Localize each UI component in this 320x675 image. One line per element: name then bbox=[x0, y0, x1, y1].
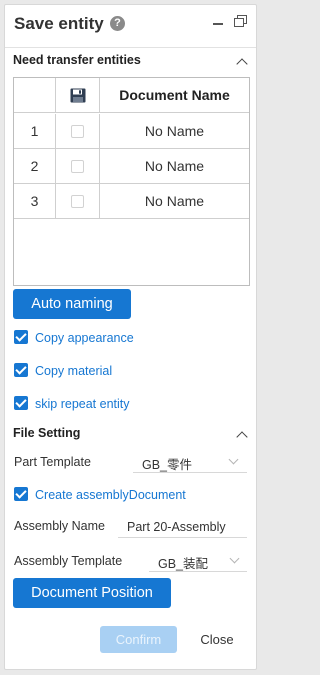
row-document-name[interactable]: No Name bbox=[100, 184, 249, 218]
table-header-row: Document Name bbox=[14, 78, 249, 113]
collapse-transfer-chevron-icon[interactable] bbox=[236, 58, 248, 70]
row-index: 1 bbox=[30, 123, 39, 139]
assembly-name-input[interactable] bbox=[118, 516, 247, 538]
header-divider bbox=[5, 47, 256, 48]
row-index: 3 bbox=[30, 193, 39, 209]
checkbox-checked-icon[interactable] bbox=[14, 487, 28, 501]
auto-naming-button[interactable]: Auto naming bbox=[13, 289, 131, 319]
section-title-transfer: Need transfer entities bbox=[13, 53, 141, 67]
table-row[interactable]: 3 No Name bbox=[14, 184, 249, 219]
chevron-down-icon bbox=[228, 454, 239, 465]
chevron-down-icon bbox=[229, 553, 240, 564]
copy-appearance-checkbox[interactable]: Copy appearance bbox=[14, 329, 214, 347]
save-icon[interactable] bbox=[70, 88, 86, 103]
help-icon[interactable]: ? bbox=[110, 16, 125, 31]
entities-table: Document Name 1 No Name 2 No Name 3 No N… bbox=[13, 77, 250, 286]
save-entity-panel: Save entity ? Need transfer entities Doc… bbox=[4, 4, 257, 670]
create-assembly-checkbox[interactable]: Create assemblyDocument bbox=[14, 486, 214, 504]
restore-icon[interactable] bbox=[234, 15, 248, 28]
checkbox-checked-icon[interactable] bbox=[14, 330, 28, 344]
close-button[interactable]: Close bbox=[196, 626, 238, 653]
row-document-name[interactable]: No Name bbox=[100, 114, 249, 148]
column-header-document-name: Document Name bbox=[119, 87, 230, 103]
skip-repeat-label[interactable]: skip repeat entity bbox=[35, 395, 130, 413]
part-template-select[interactable]: GB_零件 bbox=[133, 451, 247, 473]
create-assembly-label[interactable]: Create assemblyDocument bbox=[35, 486, 186, 504]
copy-material-label[interactable]: Copy material bbox=[35, 362, 112, 380]
assembly-template-value: GB_装配 bbox=[158, 557, 209, 571]
row-checkbox[interactable] bbox=[71, 195, 84, 208]
row-checkbox[interactable] bbox=[71, 125, 84, 138]
panel-title: Save entity bbox=[14, 14, 104, 33]
checkbox-checked-icon[interactable] bbox=[14, 363, 28, 377]
part-template-label: Part Template bbox=[14, 455, 91, 469]
assembly-name-label: Assembly Name bbox=[14, 519, 105, 533]
table-row[interactable]: 2 No Name bbox=[14, 149, 249, 184]
skip-repeat-checkbox[interactable]: skip repeat entity bbox=[14, 395, 214, 413]
document-position-button[interactable]: Document Position bbox=[13, 578, 171, 608]
assembly-template-select[interactable]: GB_装配 bbox=[149, 550, 247, 572]
assembly-template-label: Assembly Template bbox=[14, 554, 123, 568]
confirm-button[interactable]: Confirm bbox=[100, 626, 177, 653]
row-document-name[interactable]: No Name bbox=[100, 149, 249, 183]
row-checkbox[interactable] bbox=[71, 160, 84, 173]
collapse-file-setting-chevron-icon[interactable] bbox=[236, 431, 248, 443]
panel-header: Save entity ? bbox=[5, 5, 256, 41]
part-template-value: GB_零件 bbox=[142, 458, 193, 472]
copy-material-checkbox[interactable]: Copy material bbox=[14, 362, 214, 380]
section-title-file-setting: File Setting bbox=[13, 426, 81, 440]
minimize-icon[interactable] bbox=[213, 23, 223, 25]
row-index: 2 bbox=[30, 158, 39, 174]
table-row[interactable]: 1 No Name bbox=[14, 114, 249, 149]
checkbox-checked-icon[interactable] bbox=[14, 396, 28, 410]
copy-appearance-label[interactable]: Copy appearance bbox=[35, 329, 134, 347]
